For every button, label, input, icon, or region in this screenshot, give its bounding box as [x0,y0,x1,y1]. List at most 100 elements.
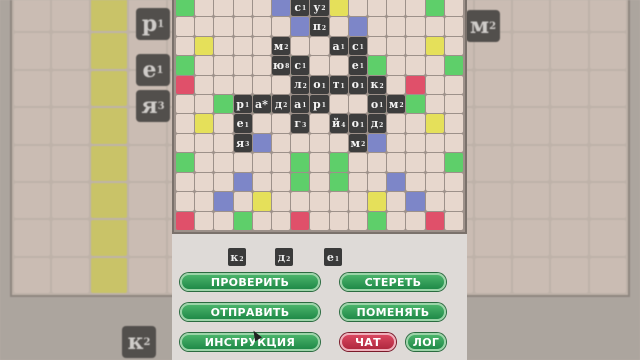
game-board[interactable]: с 1 у 2 п 2 м 2 а 1 с 1 ю 8 с 1 е 1 л 2 о 1 т 1 о 1 к 2 р 1 а* д 2 а 1 р 1 о 1… [172,0,467,234]
board-cell[interactable] [233,56,252,75]
board-cell[interactable] [368,0,387,17]
board-cell[interactable] [214,114,233,133]
board-cell[interactable]: ю8 [272,56,291,75]
board-cell[interactable]: а* [252,95,271,114]
board-cell[interactable] [272,75,291,95]
board-cell[interactable] [406,36,425,56]
board-cell[interactable] [272,211,291,230]
board-cell[interactable] [425,36,444,56]
board-cell[interactable] [176,17,195,36]
board-cell[interactable] [195,17,214,36]
board-cell[interactable] [233,0,252,17]
board-cell[interactable] [291,172,310,192]
board-cell[interactable] [252,75,271,95]
board-cell[interactable] [272,133,291,153]
board-cell[interactable] [310,172,329,192]
board-cell[interactable] [444,17,463,36]
board-cell[interactable] [444,114,463,133]
board-cell[interactable] [368,17,387,36]
board-cell[interactable] [329,0,348,17]
board-cell[interactable] [348,192,367,211]
board-cell[interactable]: о1 [368,95,387,114]
board-cell[interactable] [406,192,425,211]
board-cell[interactable] [387,114,406,133]
board-cell[interactable] [176,153,195,172]
board-cell[interactable] [406,211,425,230]
board-cell[interactable] [291,153,310,172]
board-cell[interactable] [368,192,387,211]
board-cell[interactable] [444,192,463,211]
board-cell[interactable] [214,133,233,153]
board-cell[interactable] [272,192,291,211]
board-cell[interactable] [329,17,348,36]
board-cell[interactable] [214,172,233,192]
board-cell[interactable] [348,95,367,114]
board-cell[interactable] [176,172,195,192]
board-cell[interactable] [176,75,195,95]
board-cell[interactable] [406,56,425,75]
board-cell[interactable]: м2 [387,95,406,114]
board-cell[interactable] [291,17,310,36]
board-cell[interactable] [233,172,252,192]
board-cell[interactable] [272,0,291,17]
board-cell[interactable]: п2 [310,17,329,36]
board-cell[interactable] [176,114,195,133]
board-cell[interactable]: р1 [233,95,252,114]
board-cell[interactable] [387,17,406,36]
board-cell[interactable] [252,153,271,172]
board-cell[interactable] [368,133,387,153]
board-cell[interactable]: м2 [348,133,367,153]
board-cell[interactable] [406,17,425,36]
board-cell[interactable] [368,56,387,75]
board-cell[interactable]: е1 [233,114,252,133]
swap-button[interactable]: ПОМЕНЯТЬ [340,303,446,321]
board-cell[interactable] [387,172,406,192]
board-cell[interactable] [272,172,291,192]
board-cell[interactable] [425,172,444,192]
board-cell[interactable] [176,36,195,56]
board-cell[interactable]: я3 [233,133,252,153]
board-cell[interactable] [387,192,406,211]
board-cell[interactable] [387,36,406,56]
board-cell[interactable] [176,0,195,17]
board-cell[interactable] [233,36,252,56]
board-cell[interactable] [233,211,252,230]
board-cell[interactable] [252,211,271,230]
board-cell[interactable] [176,56,195,75]
board-cell[interactable] [252,192,271,211]
board-cell[interactable] [252,133,271,153]
board-cell[interactable]: о1 [310,75,329,95]
board-cell[interactable]: г3 [291,114,310,133]
board-cell[interactable] [252,17,271,36]
board-cell[interactable]: о1 [348,114,367,133]
board-cell[interactable]: а1 [329,36,348,56]
board-cell[interactable] [214,192,233,211]
board-cell[interactable] [406,75,425,95]
board-cell[interactable] [406,172,425,192]
board-cell[interactable] [195,172,214,192]
board-cell[interactable] [252,36,271,56]
board-cell[interactable] [425,211,444,230]
board-cell[interactable] [195,133,214,153]
board-cell[interactable] [252,114,271,133]
board-cell[interactable] [444,133,463,153]
board-cell[interactable] [176,95,195,114]
send-button[interactable]: ОТПРАВИТЬ [180,303,320,321]
board-cell[interactable] [291,36,310,56]
board-cell[interactable] [425,114,444,133]
instructions-button[interactable]: ИНСТРУКЦИЯ [180,333,320,351]
board-cell[interactable] [195,95,214,114]
board-cell[interactable]: с1 [291,56,310,75]
board-cell[interactable] [310,192,329,211]
board-cell[interactable] [444,56,463,75]
board-cell[interactable] [444,75,463,95]
board-cell[interactable] [348,17,367,36]
board-cell[interactable] [272,17,291,36]
board-cell[interactable]: с1 [348,36,367,56]
board-cell[interactable]: е1 [348,56,367,75]
board-cell[interactable] [291,192,310,211]
board-cell[interactable] [195,192,214,211]
board-cell[interactable] [195,114,214,133]
erase-button[interactable]: СТЕРЕТЬ [340,273,446,291]
board-cell[interactable] [348,0,367,17]
